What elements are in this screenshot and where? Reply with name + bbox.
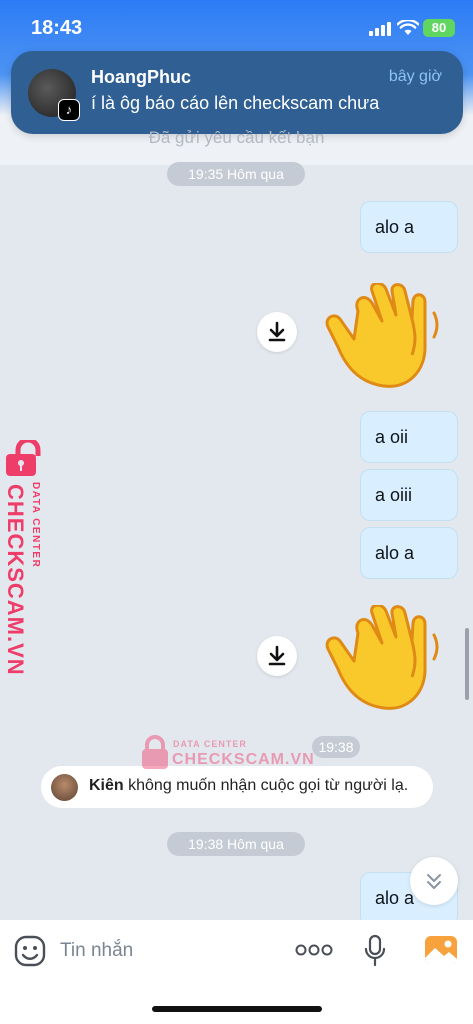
- more-options-icon[interactable]: [294, 942, 334, 958]
- lock-logo-icon: [6, 437, 41, 476]
- watermark-brand: CHECKSCAM.VN: [172, 751, 315, 768]
- home-indicator[interactable]: [152, 1006, 322, 1012]
- status-time: 18:43: [31, 17, 83, 39]
- watermark-side: CHECKSCAM.VN DATA CENTER: [3, 437, 50, 676]
- chat-area[interactable]: 19:35 Hôm qua alo a a oii a oiii alo a 1…: [0, 162, 473, 926]
- notification-message: í là ôg báo cáo lên checkscam chưa: [91, 93, 380, 113]
- microphone-icon[interactable]: [363, 934, 387, 968]
- contact-avatar: [51, 774, 78, 801]
- image-gallery-icon[interactable]: [424, 935, 458, 965]
- time-separator: 19:38 Hôm qua: [167, 832, 305, 856]
- message-input[interactable]: Tin nhắn: [60, 940, 133, 962]
- download-icon: [268, 321, 286, 342]
- waving-hand-sticker[interactable]: [320, 283, 450, 393]
- status-bar: 18:43 80: [0, 0, 473, 54]
- system-message-body: không muốn nhận cuộc gọi từ người lạ.: [123, 777, 409, 794]
- notification-sender: HoangPhuc: [91, 67, 192, 87]
- scrollbar[interactable]: [465, 628, 469, 700]
- download-icon: [268, 645, 286, 666]
- battery-indicator: 80: [423, 19, 455, 37]
- cellular-signal-icon: [369, 22, 393, 36]
- watermark-brand: CHECKSCAM.VN: [3, 484, 28, 676]
- notification-time: bây giờ: [388, 68, 442, 85]
- watermark-subtitle: DATA CENTER: [173, 739, 247, 749]
- watermark-center: DATA CENTER CHECKSCAM.VN: [140, 735, 314, 775]
- message-bubble[interactable]: a oiii: [360, 469, 458, 521]
- emoji-icon[interactable]: [13, 934, 47, 968]
- system-message-text: Kiên không muốn nhận cuộc gọi từ người l…: [89, 777, 408, 795]
- friend-request-hint: Đã gửi yêu cầu kết bạn: [148, 128, 325, 147]
- download-button[interactable]: [257, 312, 297, 352]
- watermark-subtitle: DATA CENTER: [30, 482, 41, 569]
- push-notification[interactable]: ♪ HoangPhuc bây giờ í là ôg báo cáo lên …: [11, 51, 463, 134]
- time-separator: 19:35 Hôm qua: [167, 162, 305, 186]
- scroll-to-bottom-button[interactable]: [410, 857, 458, 905]
- message-bubble[interactable]: a oii: [360, 411, 458, 463]
- contact-name: Kiên: [89, 777, 124, 794]
- message-bubble[interactable]: alo a: [360, 201, 458, 253]
- wifi-icon: [397, 20, 419, 35]
- download-button[interactable]: [257, 636, 297, 676]
- lock-logo-icon: [142, 735, 168, 769]
- sticker-time-label: 19:38: [312, 736, 360, 758]
- message-bubble[interactable]: alo a: [360, 527, 458, 579]
- tiktok-icon: ♪: [58, 99, 80, 121]
- waving-hand-sticker[interactable]: [320, 605, 450, 715]
- double-chevron-down-icon: [427, 874, 441, 889]
